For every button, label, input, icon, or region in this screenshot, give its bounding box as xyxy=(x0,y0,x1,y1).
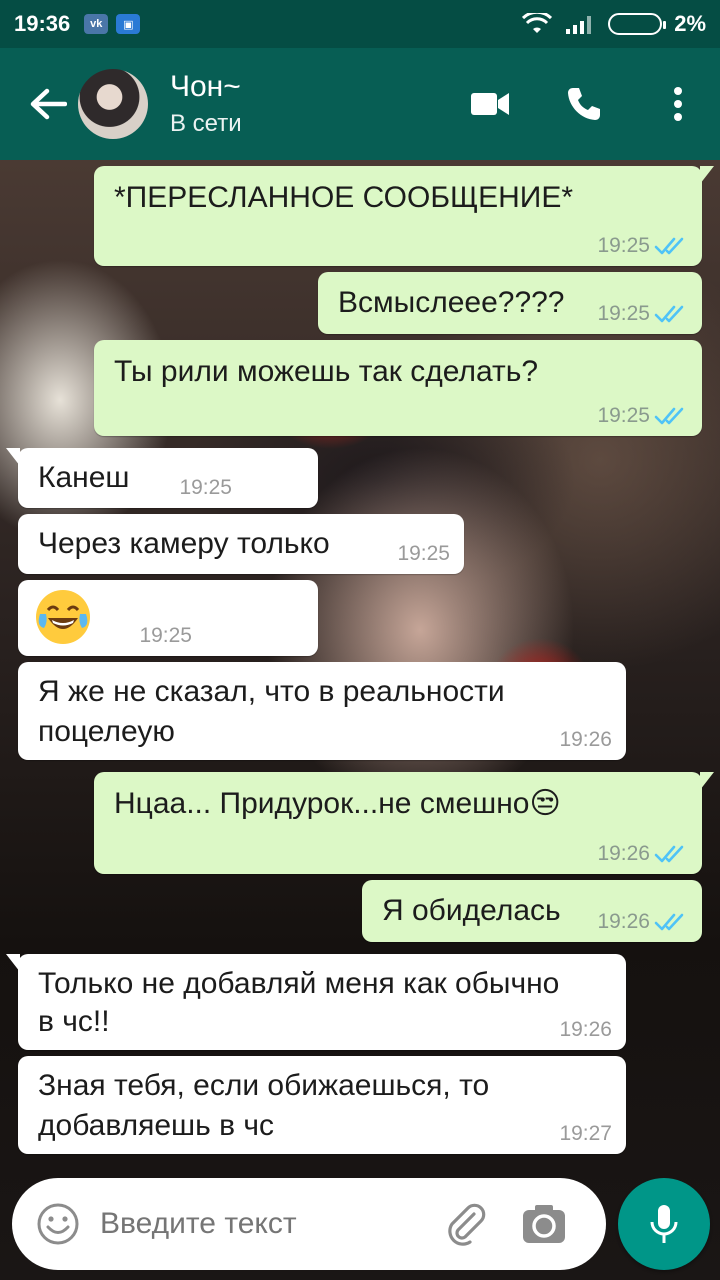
message-time: 19:25 xyxy=(397,542,450,565)
double-check-icon xyxy=(654,237,684,255)
message-text: Нцаа... Придурок...не смешно😒 xyxy=(114,787,561,820)
double-check-icon xyxy=(654,305,684,323)
contact-status: В сети xyxy=(170,110,242,137)
message-text: Через камеру только xyxy=(38,527,330,560)
message-time: 19:25 xyxy=(179,476,232,499)
message-outgoing[interactable]: *ПЕРЕСЛАННОЕ СООБЩЕНИЕ* 19:25 xyxy=(94,166,714,266)
tears-of-joy-emoji-icon xyxy=(36,590,90,644)
message-meta: 19:26 xyxy=(597,842,688,866)
message-meta: 19:27 xyxy=(559,1122,612,1146)
more-vert-icon[interactable] xyxy=(654,80,702,128)
message-time: 19:25 xyxy=(597,234,650,257)
message-meta: 19:26 xyxy=(559,1018,612,1042)
message-text-line2: в чс!! xyxy=(38,1005,110,1038)
message-time: 19:26 xyxy=(597,842,650,865)
message-incoming[interactable]: Я же не сказал, что в реальности поцелеу… xyxy=(18,662,626,760)
vk-notification-icon: vk xyxy=(84,14,109,34)
message-text: Всмыслеее???? xyxy=(338,286,565,319)
message-time: 19:26 xyxy=(597,910,650,933)
message-time: 19:25 xyxy=(597,302,650,325)
message-meta: 19:25 xyxy=(597,302,688,326)
camera-icon[interactable] xyxy=(518,1198,570,1250)
double-check-icon xyxy=(654,845,684,863)
chat-header: Чон~ В сети xyxy=(0,48,720,160)
video-call-icon[interactable] xyxy=(466,80,514,128)
message-meta: 19:26 xyxy=(559,728,612,752)
message-time: 19:27 xyxy=(559,1122,612,1145)
message-text: Я обиделась xyxy=(382,894,561,927)
message-outgoing[interactable]: Нцаа... Придурок...не смешно😒 19:26 xyxy=(94,772,714,874)
message-incoming[interactable]: Зная тебя, если обижаешься, то добавляеш… xyxy=(18,1056,626,1154)
signal-icon xyxy=(566,16,592,34)
avatar[interactable] xyxy=(78,69,148,139)
mic-icon xyxy=(650,1205,678,1243)
wifi-icon xyxy=(522,13,553,33)
message-outgoing[interactable]: Всмыслеее???? 19:25 xyxy=(318,272,702,334)
message-meta: 19:25 xyxy=(597,404,688,428)
status-time: 19:36 xyxy=(14,11,71,36)
message-text-line1: Зная тебя, если обижаешься, то xyxy=(38,1069,490,1102)
message-text: Ты рили можешь так сделать? xyxy=(114,355,539,388)
battery-icon xyxy=(608,13,667,35)
phone-icon[interactable] xyxy=(560,80,608,128)
message-time: 19:25 xyxy=(597,404,650,427)
message-incoming[interactable]: Только не добавляй меня как обычно в чс!… xyxy=(6,954,626,1050)
message-text-line2: поцелеую xyxy=(38,715,175,748)
message-input[interactable] xyxy=(100,1207,430,1241)
message-meta: 19:25 xyxy=(597,234,688,258)
double-check-icon xyxy=(654,407,684,425)
app-notification-icon: ▣ xyxy=(116,14,141,34)
message-time: 19:26 xyxy=(559,728,612,751)
message-time: 19:25 xyxy=(139,624,192,647)
double-check-icon xyxy=(654,913,684,931)
compose-bar xyxy=(12,1178,606,1270)
mic-button[interactable] xyxy=(618,1178,710,1270)
message-meta: 19:25 xyxy=(397,542,450,566)
contact-info[interactable]: Чон~ В сети xyxy=(170,69,242,139)
message-text: *ПЕРЕСЛАННОЕ СООБЩЕНИЕ* xyxy=(114,181,574,214)
message-time: 19:26 xyxy=(559,1018,612,1041)
status-bar: 19:36 vk ▣ 2% xyxy=(0,0,720,48)
message-incoming[interactable]: 19:25 xyxy=(18,580,318,656)
message-outgoing[interactable]: Ты рили можешь так сделать? 19:25 xyxy=(94,340,702,436)
emoji-icon[interactable] xyxy=(34,1200,82,1248)
message-meta: 19:25 xyxy=(139,624,192,648)
contact-name: Чон~ xyxy=(170,70,241,103)
message-meta: 19:26 xyxy=(597,910,688,934)
attach-icon[interactable] xyxy=(440,1198,492,1250)
message-outgoing[interactable]: Я обиделась 19:26 xyxy=(362,880,702,942)
message-text-line1: Только не добавляй меня как обычно xyxy=(38,967,560,1000)
message-text-line1: Я же не сказал, что в реальности xyxy=(38,675,505,708)
back-arrow-icon[interactable] xyxy=(20,76,76,132)
message-incoming[interactable]: Через камеру только 19:25 xyxy=(18,514,464,574)
message-meta: 19:25 xyxy=(179,476,232,500)
message-text: Канеш xyxy=(38,461,130,494)
message-incoming[interactable]: Канеш 19:25 xyxy=(6,448,318,508)
battery-percent: 2% xyxy=(674,11,706,36)
message-text-line2: добавляешь в чс xyxy=(38,1109,274,1142)
